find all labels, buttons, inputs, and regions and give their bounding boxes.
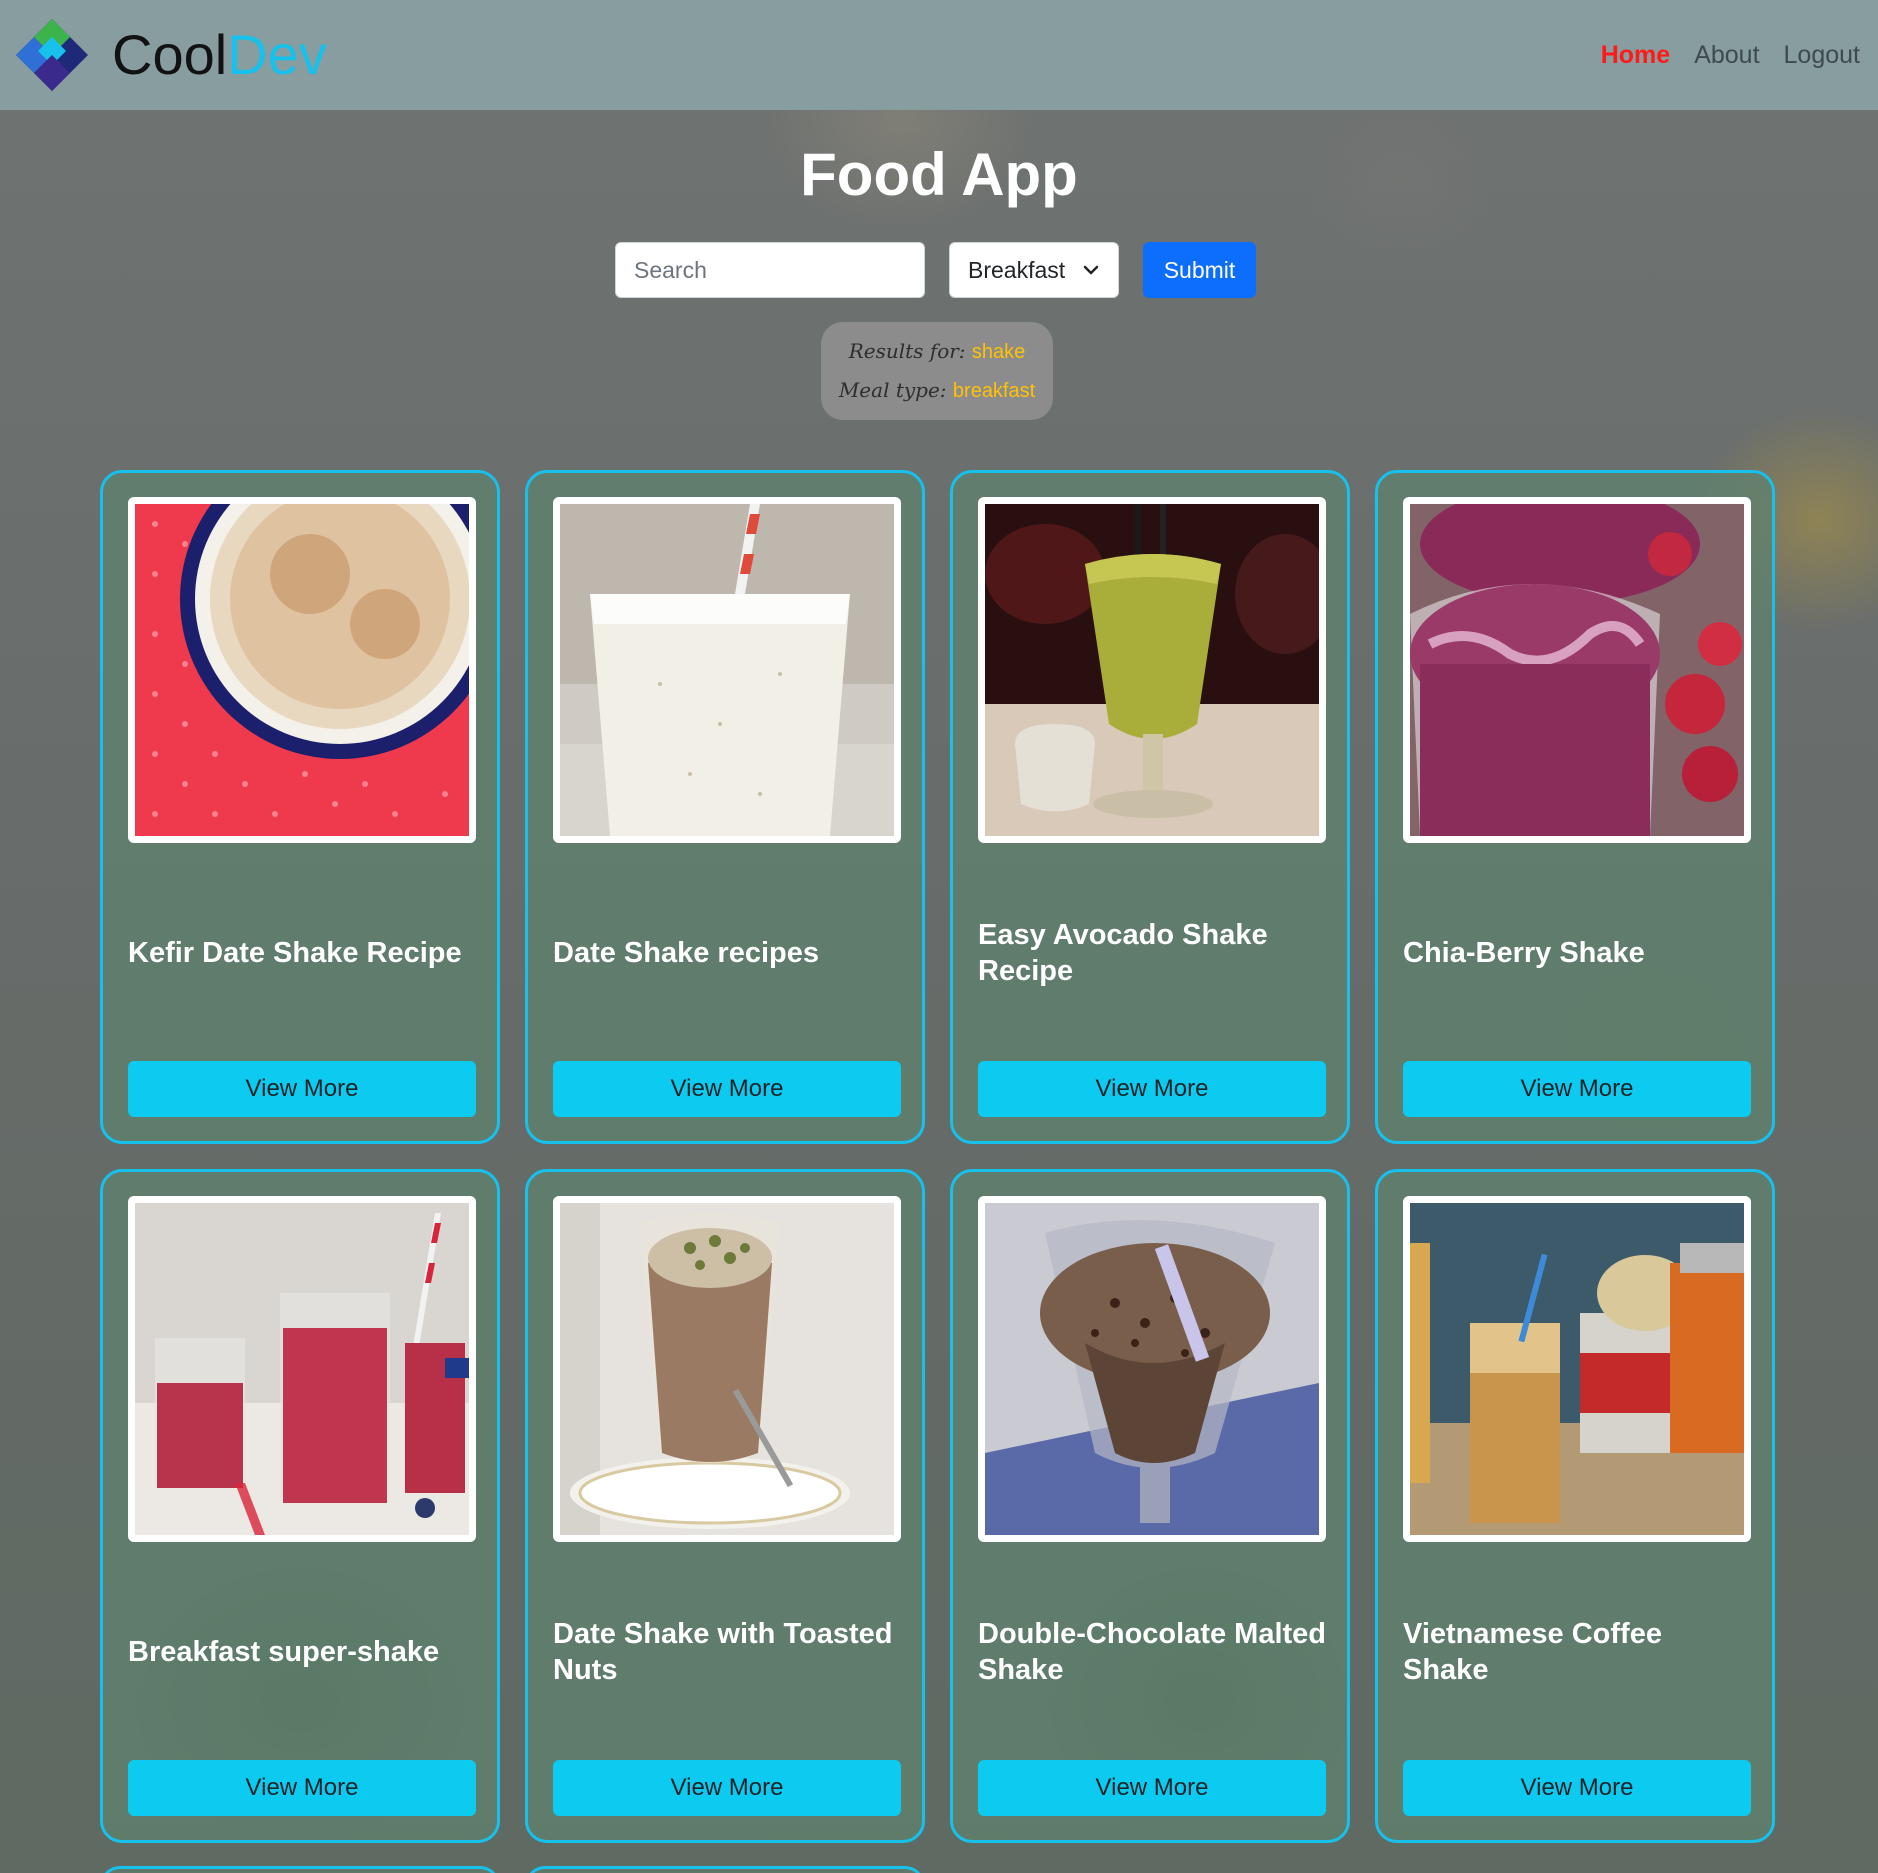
results-summary: Results for: shake Meal type: breakfast	[821, 322, 1053, 420]
chocolate-malted-shake-image	[985, 1203, 1319, 1535]
view-more-button[interactable]: View More	[128, 1061, 476, 1117]
super-shake-image	[135, 1203, 469, 1535]
brand-name-cool: Cool	[112, 23, 228, 86]
recipe-title: Date Shake recipes	[553, 937, 819, 969]
recipe-image-frame	[1403, 497, 1751, 843]
recipe-title: Vietnamese Coffee Shake	[1403, 1618, 1662, 1686]
recipe-title: Easy Avocado Shake Recipe	[978, 919, 1268, 987]
recipe-card: Breakfast super-shake View More	[100, 1169, 500, 1843]
chevron-down-icon	[1083, 265, 1099, 275]
recipe-image-frame	[978, 497, 1326, 843]
recipe-card-partial	[100, 1866, 500, 1873]
view-more-button[interactable]: View More	[128, 1760, 476, 1816]
recipe-card: Date Shake recipes View More	[525, 470, 925, 1144]
view-more-button[interactable]: View More	[978, 1760, 1326, 1816]
recipe-image-frame	[553, 1196, 901, 1542]
chia-berry-shake-image	[1410, 504, 1744, 836]
recipe-title: Date Shake with Toasted Nuts	[553, 1618, 893, 1686]
view-more-button[interactable]: View More	[1403, 1760, 1751, 1816]
view-more-button[interactable]: View More	[978, 1061, 1326, 1117]
recipe-card: Vietnamese Coffee Shake View More	[1375, 1169, 1775, 1843]
brand-name-dev: Dev	[227, 23, 327, 86]
view-more-button[interactable]: View More	[553, 1760, 901, 1816]
date-nut-shake-image	[560, 1203, 894, 1535]
kefir-shake-image	[135, 504, 469, 836]
avocado-shake-image	[985, 504, 1319, 836]
search-input[interactable]	[615, 242, 925, 298]
recipe-title: Chia-Berry Shake	[1403, 937, 1645, 969]
cooldev-logo-icon	[16, 19, 88, 91]
results-meal-label: Meal type:	[838, 378, 947, 402]
recipe-image-frame	[1403, 1196, 1751, 1542]
recipe-card: Chia-Berry Shake View More	[1375, 470, 1775, 1144]
recipe-title: Breakfast super-shake	[128, 1636, 440, 1668]
meal-type-select-value: Breakfast	[968, 256, 1066, 283]
recipe-image-frame	[553, 497, 901, 843]
view-more-button[interactable]: View More	[1403, 1061, 1751, 1117]
recipe-image-frame	[128, 1196, 476, 1542]
vietnamese-coffee-shake-image	[1410, 1203, 1744, 1535]
nav-link-about[interactable]: About	[1694, 41, 1759, 70]
results-query-value: shake	[971, 341, 1026, 363]
nav-link-home[interactable]: Home	[1601, 41, 1670, 70]
recipe-title: Double-Chocolate Malted Shake	[978, 1618, 1327, 1686]
recipe-card: Easy Avocado Shake Recipe View More	[950, 470, 1350, 1144]
recipe-card: Kefir Date Shake Recipe View More	[100, 470, 500, 1144]
recipe-image-frame	[978, 1196, 1326, 1542]
submit-button[interactable]: Submit	[1143, 242, 1256, 298]
recipe-card: Double-Chocolate Malted Shake View More	[950, 1169, 1350, 1843]
results-query-label: Results for:	[848, 339, 966, 363]
results-query-line: Results for: shake	[849, 339, 1026, 364]
brand-name: CoolDev	[112, 27, 327, 83]
meal-type-select[interactable]: Breakfast	[949, 242, 1119, 298]
results-meal-value: breakfast	[952, 380, 1036, 402]
results-meal-line: Meal type: breakfast	[839, 378, 1035, 403]
page-title: Food App	[800, 141, 1078, 208]
recipe-image-frame	[128, 497, 476, 843]
recipe-card: Date Shake with Toasted Nuts View More	[525, 1169, 925, 1843]
brand[interactable]: CoolDev	[14, 17, 327, 93]
recipe-grid: Kefir Date Shake Recipe View More Date S…	[100, 470, 1775, 1843]
recipe-card-partial	[525, 1866, 925, 1873]
search-form: Breakfast Submit	[615, 242, 1256, 298]
nav-links: Home About Logout	[1601, 41, 1860, 70]
nav-link-logout[interactable]: Logout	[1784, 41, 1860, 70]
recipe-title: Kefir Date Shake Recipe	[128, 937, 462, 969]
date-shake-image	[560, 504, 894, 836]
view-more-button[interactable]: View More	[553, 1061, 901, 1117]
navbar: CoolDev Home About Logout	[0, 0, 1878, 110]
